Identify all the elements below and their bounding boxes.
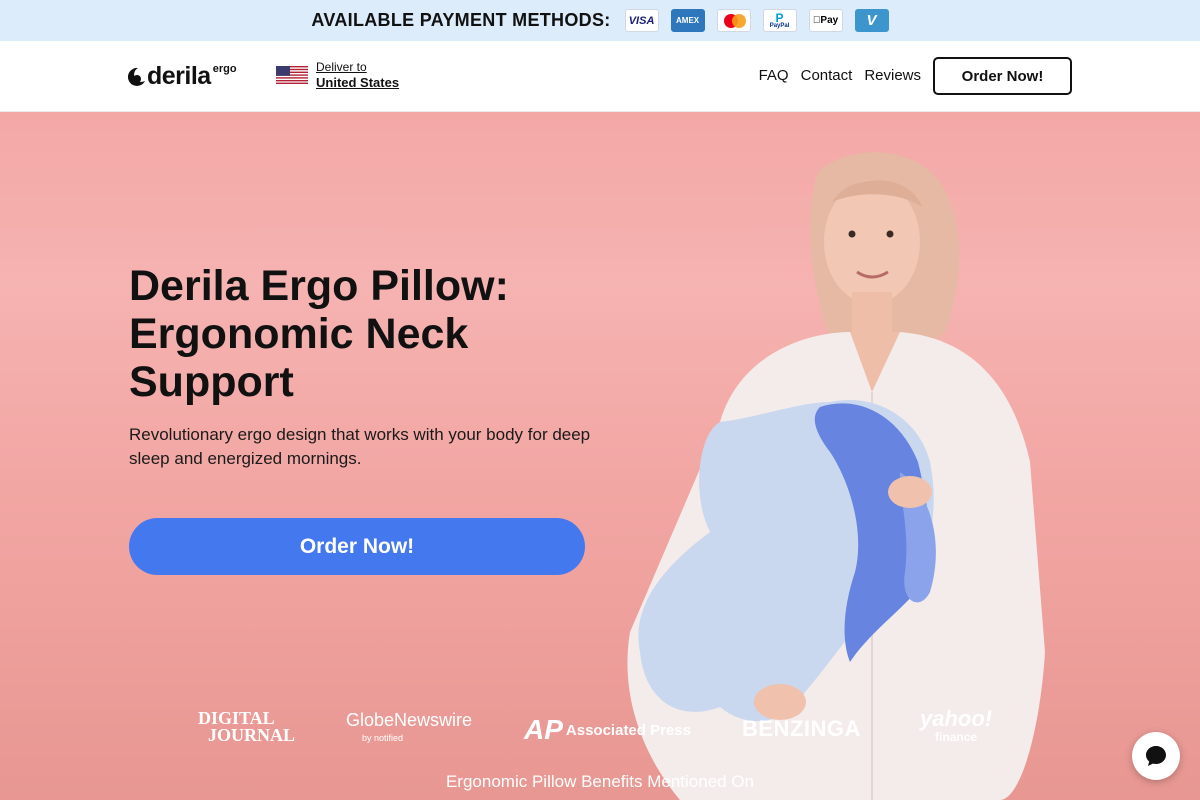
paypal-icon: P PayPal — [762, 9, 797, 32]
hero-subtitle: Revolutionary ergo design that works wit… — [129, 425, 591, 468]
us-flag-icon — [276, 66, 308, 84]
nav-contact[interactable]: Contact — [801, 67, 853, 84]
derila-logo[interactable]: derila ergo — [128, 63, 237, 89]
hero-section: Derila Ergo Pillow: Ergonomic Neck Suppo… — [0, 112, 1200, 800]
hero-order-now-button[interactable]: Order Now! — [129, 518, 585, 575]
venmo-icon: V — [854, 9, 889, 32]
payment-methods-title: AVAILABLE PAYMENT METHODS: — [311, 10, 611, 30]
globenewswire-logo: GlobeNewswire by notified — [346, 710, 473, 743]
deliver-to-label: Deliver to — [316, 60, 367, 74]
woman-holding-pillow-image — [627, 152, 1045, 800]
logo-subscript: ergo — [212, 63, 237, 75]
hero-title: Derila Ergo Pillow: Ergonomic Neck Suppo… — [129, 262, 509, 406]
digital-journal-logo: DIGITAL JOURNAL — [198, 708, 296, 745]
visa-icon: VISA — [624, 9, 659, 32]
apple-pay-icon: Pay — [808, 9, 843, 32]
moon-logo-icon — [128, 67, 145, 86]
press-logos-row: DIGITAL JOURNAL GlobeNewswire by notified … — [0, 708, 1200, 752]
mastercard-icon — [716, 9, 751, 32]
yahoo-finance-logo: yahoo! finance — [920, 706, 993, 745]
amex-icon: AMEX — [670, 9, 705, 32]
press-caption: Ergonomic Pillow Benefits Mentioned On — [445, 772, 755, 791]
chat-bubble-icon — [1146, 746, 1166, 766]
main-nav: FAQ Contact Reviews — [759, 67, 921, 84]
logo-wordmark: derila — [147, 62, 211, 90]
deliver-country[interactable]: United States — [316, 75, 399, 90]
header-order-now-button[interactable]: Order Now! — [933, 57, 1072, 95]
associated-press-logo: AP Associated Press — [524, 714, 691, 745]
chat-launcher-button[interactable] — [1132, 732, 1180, 780]
nav-faq[interactable]: FAQ — [759, 67, 789, 84]
nav-reviews[interactable]: Reviews — [864, 67, 921, 84]
site-header: derila ergo Deliver to United States FAQ… — [0, 41, 1200, 112]
payment-methods-bar: AVAILABLE PAYMENT METHODS: VISA AMEX P Pa… — [0, 0, 1200, 41]
benzinga-logo: BENZINGA — [742, 716, 861, 741]
deliver-to-selector[interactable]: Deliver to United States — [276, 60, 399, 90]
